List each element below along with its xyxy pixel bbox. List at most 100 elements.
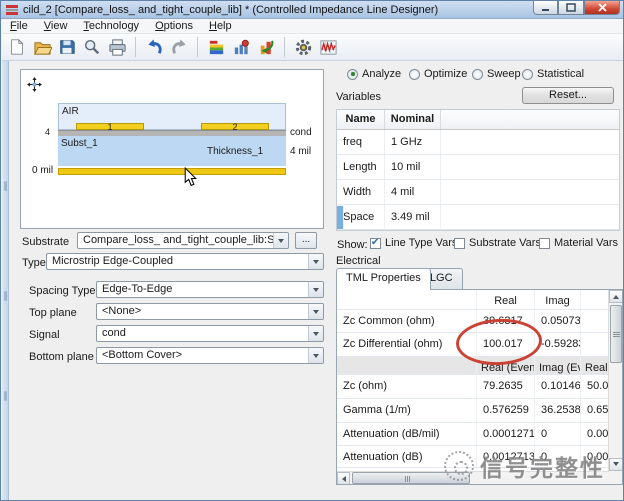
row-selection-indicator <box>337 206 344 229</box>
top-plane-combo[interactable]: <None> <box>96 303 324 320</box>
arrow-left-icon <box>339 476 346 482</box>
analyze-chart-button[interactable] <box>230 36 252 58</box>
waveform-icon <box>319 38 338 57</box>
radio-sweep[interactable]: Sweep <box>472 68 521 80</box>
menu-options[interactable]: Options <box>147 19 201 34</box>
waveform-plot-button[interactable] <box>317 36 339 58</box>
stackup-chart-button[interactable] <box>205 36 227 58</box>
new-document-button[interactable] <box>6 36 28 58</box>
row-label: Attenuation (dB/mil) <box>337 423 477 445</box>
var-nominal[interactable]: 4 mil <box>385 180 441 204</box>
table-row[interactable]: Space 3.49 mil <box>337 205 619 230</box>
variables-label: Variables <box>336 91 381 103</box>
horizontal-scrollbar[interactable] <box>337 471 609 484</box>
table-row[interactable]: freq 1 GHz <box>337 130 619 155</box>
checkbox-substrate-vars[interactable]: Substrate Vars <box>454 237 541 249</box>
menu-view[interactable]: View <box>36 19 76 34</box>
maximize-button[interactable] <box>558 1 584 15</box>
redo-button[interactable] <box>168 36 190 58</box>
trace-2[interactable]: 2 <box>201 123 269 130</box>
cell-value: 0.651 <box>581 399 609 422</box>
radio-analyze-label: Analyze <box>362 68 401 80</box>
checkbox-material-vars[interactable]: Material Vars <box>539 237 618 249</box>
open-folder-icon <box>33 38 52 57</box>
window-title: cild_2 [Compare_loss_ and_tight_couple_l… <box>23 4 438 16</box>
checkbox-icon <box>370 238 381 249</box>
optimize-chart-button[interactable] <box>255 36 277 58</box>
zoom-button[interactable] <box>81 36 103 58</box>
table-row: Zc Differential (ohm) 100.017 -0.592832 <box>337 333 622 357</box>
vertical-scrollbar[interactable] <box>608 290 622 484</box>
scroll-down-button[interactable] <box>609 458 623 471</box>
header-real-even[interactable]: Real (Even) <box>477 357 535 374</box>
checkbox-line-type-vars[interactable]: Line Type Vars <box>370 237 457 249</box>
save-button[interactable] <box>56 36 78 58</box>
save-floppy-icon <box>58 38 76 56</box>
signal-combo[interactable]: cond <box>96 325 324 342</box>
scroll-up-button[interactable] <box>609 290 623 303</box>
radio-optimize[interactable]: Optimize <box>409 68 467 80</box>
settings-button[interactable] <box>292 36 314 58</box>
header-imag-even[interactable]: Imag (Even) <box>535 357 581 374</box>
cell-value: 0.00127135 <box>477 446 535 467</box>
variables-table-header: Name Nominal <box>337 110 619 130</box>
chevron-down-icon <box>308 326 323 341</box>
undo-button[interactable] <box>143 36 165 58</box>
var-nominal[interactable]: 10 mil <box>385 155 441 179</box>
undo-icon <box>145 38 164 57</box>
type-value: Microstrip Edge-Coupled <box>52 255 173 267</box>
radio-button-icon <box>522 69 533 80</box>
tab-tml-properties[interactable]: TML Properties <box>336 268 431 290</box>
substrate-browse-button[interactable]: ... <box>295 232 317 249</box>
header-imag[interactable]: Imag <box>535 290 581 309</box>
row-label: Zc Common (ohm) <box>337 310 477 332</box>
minimize-icon <box>541 4 551 12</box>
stackup-chart-icon <box>207 38 226 57</box>
substrate-combo[interactable]: Compare_loss_ and_tight_couple_lib:S_par… <box>77 232 289 249</box>
bottom-plane-combo[interactable]: <Bottom Cover> <box>96 347 324 364</box>
cross-section-panel[interactable]: AIR 1 2 Subst_1 4 cond Thickness_1 4 mil… <box>20 69 324 229</box>
close-button[interactable] <box>584 1 620 15</box>
substrate-label: Substrate <box>22 236 69 248</box>
splitter-handle[interactable] <box>2 61 9 501</box>
scroll-left-button[interactable] <box>337 472 350 485</box>
analysis-panel: Analyze Optimize Sweep Statistical Varia… <box>332 61 624 501</box>
open-file-button[interactable] <box>31 36 53 58</box>
cell-value: 0.000 <box>581 423 609 445</box>
table-row: Attenuation (dB) 0.00127135 0 0.001 <box>337 446 622 468</box>
checkbox-icon <box>454 238 465 249</box>
substrate-value: Compare_loss_ and_tight_couple_lib:S_par… <box>83 234 289 246</box>
scroll-grip-icon <box>405 476 406 482</box>
radio-analyze[interactable]: Analyze <box>347 68 401 80</box>
column-header-name[interactable]: Name <box>337 110 385 129</box>
checkbox-label: Substrate Vars <box>469 237 541 249</box>
toolbar-separator <box>135 37 136 57</box>
mouse-cursor <box>184 167 197 187</box>
column-header-nominal[interactable]: Nominal <box>385 110 441 129</box>
chevron-down-icon <box>308 348 323 363</box>
vertical-scroll-thumb[interactable] <box>610 305 622 363</box>
header-real-odd[interactable]: Real ( <box>581 357 609 374</box>
type-combo[interactable]: Microstrip Edge-Coupled <box>46 253 324 270</box>
arrow-up-icon <box>613 292 619 299</box>
bottom-cover-layer[interactable] <box>58 168 286 175</box>
cell-value: -0.592832 <box>535 333 581 356</box>
table-row[interactable]: Width 4 mil <box>337 180 619 205</box>
menu-help[interactable]: Help <box>201 19 240 34</box>
title-bar: cild_2 [Compare_loss_ and_tight_couple_l… <box>1 1 624 19</box>
header-real[interactable]: Real <box>477 290 535 309</box>
radio-statistical[interactable]: Statistical <box>522 68 584 80</box>
print-button[interactable] <box>106 36 128 58</box>
minimize-button[interactable] <box>533 1 558 15</box>
menu-file[interactable]: File <box>2 19 36 34</box>
cell-value: 100.017 <box>477 333 535 356</box>
var-nominal[interactable]: 1 GHz <box>385 130 441 154</box>
spacing-type-combo[interactable]: Edge-To-Edge <box>96 281 324 298</box>
horizontal-scroll-thumb[interactable] <box>352 472 470 484</box>
checkbox-label: Line Type Vars <box>385 237 457 249</box>
menu-technology[interactable]: Technology <box>75 19 147 34</box>
reset-button[interactable]: Reset... <box>522 87 614 104</box>
var-nominal[interactable]: 3.49 mil <box>385 205 441 229</box>
table-row[interactable]: Length 10 mil <box>337 155 619 180</box>
trace-1[interactable]: 1 <box>76 123 144 130</box>
